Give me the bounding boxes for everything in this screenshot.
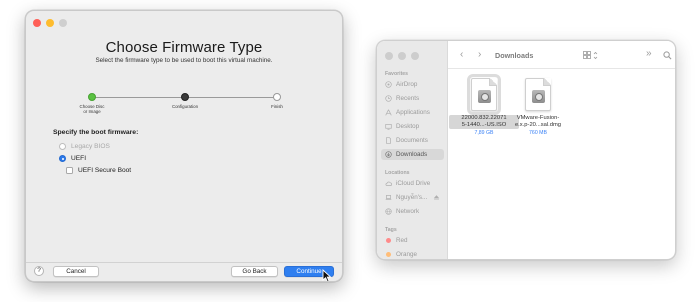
tags-section-label: Tags bbox=[385, 227, 397, 233]
sidebar-item-airdrop[interactable]: AirDrop bbox=[381, 79, 444, 90]
more-chevrons-icon[interactable]: » bbox=[646, 48, 652, 59]
zoom-window-button[interactable] bbox=[411, 52, 419, 60]
sidebar-item-label: Orange bbox=[396, 251, 418, 258]
step-current-indicator bbox=[181, 93, 189, 101]
sidebar-item-label: Nguyễn's... bbox=[396, 194, 428, 201]
sidebar-tag-red[interactable]: Red bbox=[381, 235, 444, 246]
step-finish: Finish bbox=[247, 93, 307, 109]
legacy-bios-label: Legacy BIOS bbox=[71, 143, 110, 150]
sidebar-item-label: Recents bbox=[396, 95, 420, 102]
window-title: Downloads bbox=[495, 51, 534, 60]
sidebar-item-label: AirDrop bbox=[396, 81, 418, 88]
forward-chevron-icon[interactable]: › bbox=[478, 49, 481, 61]
step-configuration: Configuration bbox=[155, 93, 215, 109]
uefi-radio[interactable] bbox=[59, 155, 66, 162]
file-name: VMware-Fusion- e.x.p-20...sal.dmg bbox=[514, 115, 562, 128]
wizard-stepper: Choose Disc or Image Configuration Finis… bbox=[26, 93, 342, 119]
grid-view-icon bbox=[583, 51, 598, 60]
laptop-icon bbox=[385, 195, 392, 200]
sidebar-item-icloud-drive[interactable]: iCloud Drive bbox=[381, 178, 444, 189]
sidebar-item-label: Red bbox=[396, 237, 408, 244]
uefi-secure-boot-label: UEFI Secure Boot bbox=[78, 167, 132, 174]
favorites-section-label: Favorites bbox=[385, 71, 409, 77]
sidebar-item-label: Applications bbox=[396, 109, 430, 116]
view-options-button[interactable] bbox=[583, 51, 599, 62]
close-window-button[interactable] bbox=[385, 52, 393, 60]
sidebar-item-documents[interactable]: Documents bbox=[381, 135, 444, 146]
disk-image-icon bbox=[467, 74, 501, 115]
globe-icon bbox=[385, 208, 392, 215]
finder-sidebar: Favorites AirDrop Recents Applications D… bbox=[377, 41, 448, 259]
zoom-window-button[interactable] bbox=[59, 19, 67, 27]
minimize-window-button[interactable] bbox=[46, 19, 54, 27]
sidebar-item-network[interactable]: Network bbox=[381, 206, 444, 217]
uefi-label: UEFI bbox=[71, 155, 87, 162]
orange-tag-icon bbox=[386, 252, 391, 257]
red-tag-icon bbox=[386, 238, 391, 243]
mouse-pointer-icon bbox=[322, 269, 332, 281]
sidebar-item-label: Network bbox=[396, 208, 420, 215]
file-item-dmg[interactable]: VMware-Fusion- e.x.p-20...sal.dmg 760 MB bbox=[503, 78, 573, 136]
sidebar-item-label: Documents bbox=[396, 137, 428, 144]
finder-toolbar: ‹ › Downloads » bbox=[448, 41, 675, 69]
firmware-wizard-window: Choose Firmware Type Select the firmware… bbox=[25, 10, 343, 282]
sidebar-item-label: Downloads bbox=[396, 151, 428, 158]
search-icon[interactable] bbox=[663, 51, 672, 60]
legacy-bios-radio[interactable] bbox=[59, 143, 66, 150]
uefi-secure-boot-checkbox[interactable] bbox=[66, 167, 73, 174]
step-choose-disc: Choose Disc or Image bbox=[62, 93, 122, 114]
sidebar-item-applications[interactable]: Applications bbox=[381, 107, 444, 118]
uefi-secure-boot-option[interactable]: UEFI Secure Boot bbox=[66, 167, 131, 174]
airdrop-icon bbox=[385, 81, 392, 88]
cancel-button[interactable]: Cancel bbox=[53, 266, 99, 277]
step-label: Configuration bbox=[171, 104, 199, 109]
applications-icon bbox=[385, 109, 392, 116]
locations-section-label: Locations bbox=[385, 170, 410, 176]
cloud-icon bbox=[385, 181, 392, 186]
page-title: Choose Firmware Type bbox=[105, 39, 263, 56]
sidebar-item-desktop[interactable]: Desktop bbox=[381, 121, 444, 132]
help-button[interactable]: ? bbox=[34, 266, 44, 276]
minimize-window-button[interactable] bbox=[398, 52, 406, 60]
sidebar-item-downloads[interactable]: Downloads bbox=[381, 149, 444, 160]
window-controls bbox=[33, 19, 67, 27]
sidebar-item-label: iCloud Drive bbox=[396, 180, 431, 187]
step-label: Choose Disc or Image bbox=[79, 104, 105, 115]
sidebar-item-recents[interactable]: Recents bbox=[381, 93, 444, 104]
window-controls bbox=[385, 52, 419, 60]
footer-divider bbox=[26, 262, 342, 263]
legacy-bios-option[interactable]: Legacy BIOS bbox=[59, 143, 110, 150]
eject-icon[interactable] bbox=[433, 194, 440, 201]
back-chevron-icon[interactable]: ‹ bbox=[460, 49, 463, 61]
step-label: Finish bbox=[271, 104, 283, 109]
close-window-button[interactable] bbox=[33, 19, 41, 27]
clock-icon bbox=[385, 95, 392, 102]
file-size: 760 MB bbox=[529, 129, 547, 136]
sidebar-item-computer[interactable]: Nguyễn's... bbox=[381, 192, 444, 203]
sidebar-item-label: Desktop bbox=[396, 123, 420, 130]
go-back-button[interactable]: Go Back bbox=[231, 266, 278, 277]
page-subtitle: Select the firmware type to be used to b… bbox=[95, 57, 273, 64]
uefi-option[interactable]: UEFI bbox=[59, 155, 86, 162]
download-icon bbox=[385, 151, 392, 158]
step-todo-indicator bbox=[273, 93, 281, 101]
sidebar-tag-orange[interactable]: Orange bbox=[381, 249, 444, 259]
firmware-section-label: Specify the boot firmware: bbox=[53, 129, 139, 136]
finder-window: Favorites AirDrop Recents Applications D… bbox=[376, 40, 676, 260]
step-done-indicator bbox=[88, 93, 96, 101]
desktop-icon bbox=[385, 124, 392, 130]
document-icon bbox=[386, 137, 391, 144]
disk-image-icon bbox=[525, 78, 551, 111]
